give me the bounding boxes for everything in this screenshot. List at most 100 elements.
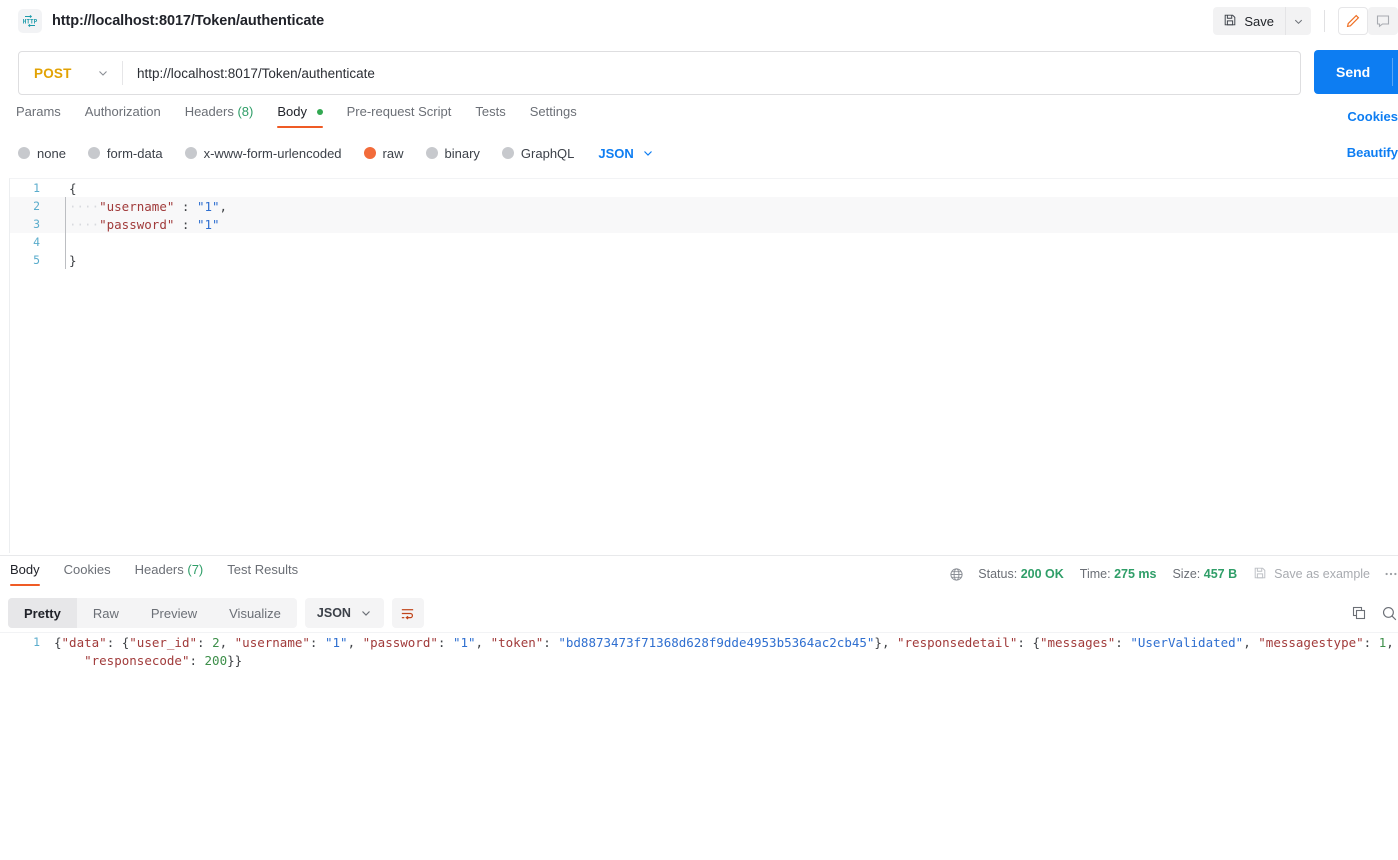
radio-icon xyxy=(425,147,438,159)
tab-params[interactable]: Params xyxy=(16,104,73,128)
top-bar-actions: Save xyxy=(1213,0,1398,42)
tab-count: (8) xyxy=(237,104,254,119)
response-body-viewer[interactable]: 1 {"data": {"user_id": 2, "username": "1"… xyxy=(0,632,1398,860)
raw-format-selector[interactable]: JSON xyxy=(598,146,653,161)
tab-body[interactable]: Body xyxy=(265,104,334,128)
body-type-raw[interactable]: raw xyxy=(363,146,404,161)
code-line: "responsecode": 200}} xyxy=(0,651,1398,669)
body-modified-dot-icon xyxy=(316,109,323,115)
line-number: 4 xyxy=(33,235,40,249)
chevron-down-icon xyxy=(99,71,107,76)
body-type-graphql[interactable]: GraphQL xyxy=(501,146,574,161)
line-number: 2 xyxy=(33,199,40,213)
view-pretty[interactable]: Pretty xyxy=(8,598,77,628)
response-code-lines: 1 {"data": {"user_id": 2, "username": "1"… xyxy=(0,633,1398,669)
beautify-link[interactable]: Beautify xyxy=(1347,145,1398,160)
tab-tests[interactable]: Tests xyxy=(463,104,517,128)
search-icon xyxy=(1382,606,1397,620)
copy-button[interactable] xyxy=(1351,605,1367,621)
response-tools-right xyxy=(1351,598,1398,628)
response-meta: Status: 200 OK Time: 275 ms Size: 457 B … xyxy=(949,564,1398,584)
send-button[interactable]: Send xyxy=(1314,50,1392,94)
line-number: 1 xyxy=(33,181,40,195)
chevron-down-icon xyxy=(1294,19,1303,24)
save-button[interactable]: Save xyxy=(1213,7,1285,35)
status-label: Status: xyxy=(978,567,1018,581)
code-text: { xyxy=(69,180,77,196)
radio-label: form-data xyxy=(106,145,163,161)
send-button-group: Send xyxy=(1314,50,1398,94)
save-dropdown-button[interactable] xyxy=(1285,7,1311,35)
response-tab-headers[interactable]: Headers (7) xyxy=(123,562,216,586)
status-value: 200 OK xyxy=(1020,567,1064,581)
comments-button[interactable] xyxy=(1368,7,1398,35)
tab-label: Authorization xyxy=(84,104,161,119)
response-tab-test-results[interactable]: Test Results xyxy=(215,562,310,586)
response-more-button[interactable] xyxy=(1384,567,1398,581)
body-type-selector: none form-data x-www-form-urlencoded raw… xyxy=(18,142,654,164)
copy-icon xyxy=(1352,606,1366,620)
view-visualize[interactable]: Visualize xyxy=(213,598,297,628)
method-selector[interactable]: POST xyxy=(19,52,122,94)
radio-icon xyxy=(184,147,197,159)
save-as-example-button[interactable]: Save as example xyxy=(1253,566,1370,583)
tab-settings[interactable]: Settings xyxy=(518,104,589,128)
tab-label: Cookies xyxy=(63,562,111,577)
pencil-icon xyxy=(1346,14,1360,28)
body-type-urlencoded[interactable]: x-www-form-urlencoded xyxy=(184,146,342,161)
postman-request-window: HTTP http://localhost:8017/Token/authent… xyxy=(0,0,1398,860)
code-text: {"data": {"user_id": 2, "username": "1",… xyxy=(54,634,1394,650)
view-raw[interactable]: Raw xyxy=(77,598,135,628)
response-tabs: Body Cookies Headers (7) Test Results xyxy=(10,562,310,590)
time-label: Time: xyxy=(1079,567,1111,581)
response-format-selector[interactable]: JSON xyxy=(304,598,384,628)
size-label: Size: xyxy=(1172,567,1201,581)
edit-request-button[interactable] xyxy=(1338,7,1368,35)
code-line: 1 {"data": {"user_id": 2, "username": "1"… xyxy=(0,633,1398,651)
code-line: 3 ····"password" : "1" xyxy=(10,215,1398,233)
tab-pre-request-script[interactable]: Pre-request Script xyxy=(335,104,464,128)
body-type-form-data[interactable]: form-data xyxy=(87,145,163,161)
code-line: 2 ····"username" : "1", xyxy=(10,197,1398,215)
status-item: Status: 200 OK xyxy=(978,567,1064,581)
code-line: 1{ xyxy=(10,179,1398,197)
response-view-switcher: Pretty Raw Preview Visualize xyxy=(8,598,297,628)
response-divider xyxy=(0,555,1398,556)
indent-guide xyxy=(65,197,66,269)
view-preview[interactable]: Preview xyxy=(135,598,213,628)
time-value: 275 ms xyxy=(1114,567,1157,581)
size-value: 457 B xyxy=(1203,567,1238,581)
body-type-binary[interactable]: binary xyxy=(425,146,480,161)
url-input[interactable] xyxy=(123,52,1300,94)
radio-icon xyxy=(18,147,30,159)
response-tab-cookies[interactable]: Cookies xyxy=(52,562,123,586)
line-number: 5 xyxy=(33,253,40,267)
send-dropdown-button[interactable] xyxy=(1393,50,1398,94)
search-button[interactable] xyxy=(1381,605,1398,622)
tab-authorization[interactable]: Authorization xyxy=(73,104,173,128)
cookies-link[interactable]: Cookies xyxy=(1347,109,1398,124)
tab-headers[interactable]: Headers (8) xyxy=(173,104,266,128)
save-label: Save xyxy=(1244,13,1274,29)
time-item: Time: 275 ms xyxy=(1080,567,1157,581)
response-tab-body[interactable]: Body xyxy=(10,562,52,586)
method-label: POST xyxy=(34,65,72,81)
tab-label: Settings xyxy=(529,104,577,119)
tab-count: (7) xyxy=(187,562,204,577)
request-body-editor[interactable]: 1{2 ····"username" : "1", 3 ····"password" … xyxy=(9,178,1398,553)
tab-label: Headers xyxy=(184,104,234,119)
raw-format-label: JSON xyxy=(598,145,634,161)
url-bar-row: POST xyxy=(0,50,1398,96)
svg-text:HTTP: HTTP xyxy=(23,19,38,26)
radio-icon xyxy=(87,147,100,159)
body-type-none[interactable]: none xyxy=(18,146,66,161)
request-tab-header[interactable]: HTTP http://localhost:8017/Token/authent… xyxy=(0,9,324,33)
word-wrap-button[interactable] xyxy=(391,598,424,628)
request-code-lines: 1{2 ····"username" : "1", 3 ····"password" … xyxy=(10,179,1398,269)
line-number: 3 xyxy=(33,217,40,231)
http-protocol-icon: HTTP xyxy=(18,9,42,33)
code-text: ····"password" : "1" xyxy=(69,216,220,232)
comment-icon xyxy=(1376,15,1390,28)
tab-label: Pre-request Script xyxy=(346,104,452,119)
code-text: "responsecode": 200}} xyxy=(84,652,243,668)
